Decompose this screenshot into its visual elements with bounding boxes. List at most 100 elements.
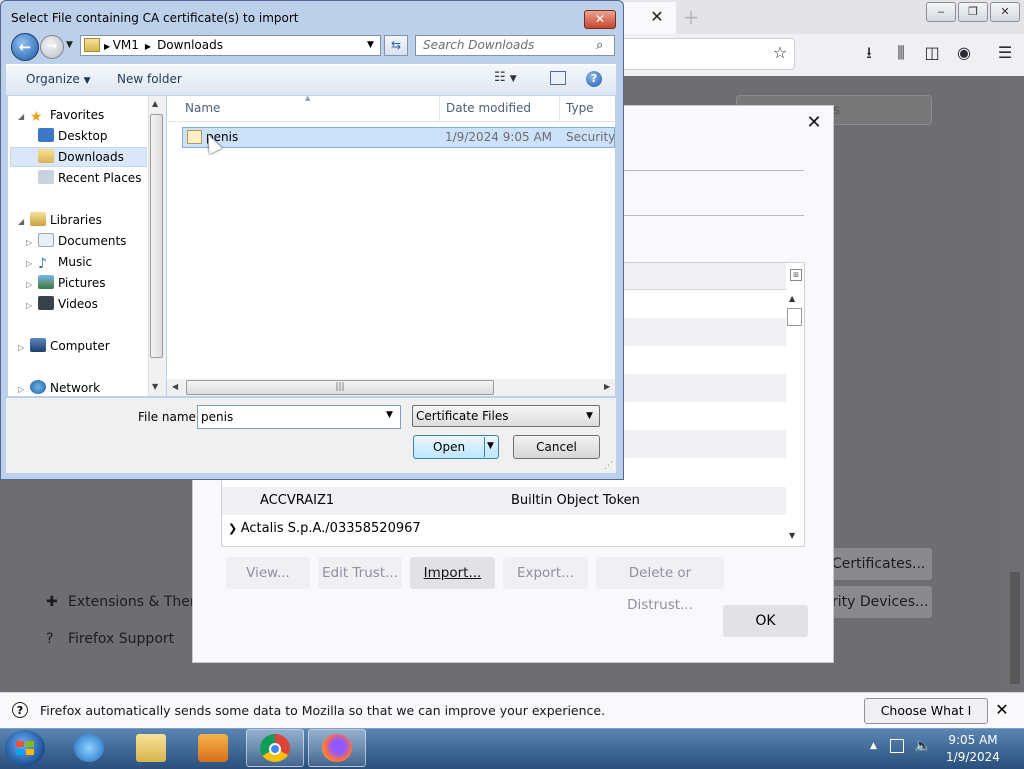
column-picker-icon[interactable]: ⊞ — [790, 269, 802, 281]
close-icon[interactable]: ✕ — [990, 698, 1014, 722]
nav-documents[interactable]: ▷ Documents — [26, 231, 126, 251]
open-button-label[interactable]: Open — [433, 440, 465, 454]
forward-button[interactable]: → — [40, 35, 64, 59]
organize-label: Organize — [26, 72, 80, 86]
dialog-close-button[interactable]: ✕ — [584, 10, 616, 29]
column-date-modified[interactable]: Date modified — [446, 101, 531, 115]
back-button[interactable]: ← — [11, 33, 39, 61]
cancel-button[interactable]: Cancel — [513, 435, 600, 459]
nav-scrollbar-thumb[interactable] — [150, 114, 163, 358]
sidebar-item-support[interactable]: ? Firefox Support — [46, 628, 174, 650]
edit-trust-button[interactable]: Edit Trust... — [318, 557, 402, 589]
nav-pictures[interactable]: ▷ Pictures — [26, 273, 106, 293]
window-restore-button[interactable]: ❐ — [958, 2, 988, 22]
import-button[interactable]: Import... — [410, 557, 495, 589]
delete-or-distrust-button[interactable]: Delete or Distrust... — [596, 557, 724, 613]
file-type-filter-value[interactable]: Certificate Files — [416, 409, 508, 423]
breadcrumb-item[interactable]: Downloads — [157, 38, 223, 52]
scroll-down-icon[interactable]: ▼ — [152, 382, 158, 391]
collapsed-icon[interactable]: ▷ — [26, 296, 38, 316]
account-icon[interactable]: ◉ — [953, 42, 975, 64]
choose-what-i-share-button[interactable]: Choose What I Share — [864, 698, 988, 742]
page-scrollbar-thumb[interactable] — [1010, 572, 1020, 684]
recent-locations-icon[interactable]: ▼ — [66, 40, 73, 50]
column-separator[interactable] — [439, 96, 440, 121]
chevron-down-icon[interactable]: ▼ — [386, 410, 393, 420]
tree-scrollbar-thumb[interactable] — [787, 308, 802, 326]
nav-recent-places[interactable]: Recent Places — [38, 168, 141, 188]
file-explorer-icon — [136, 734, 166, 762]
bookmark-star-icon[interactable]: ☆ — [769, 42, 791, 64]
collapsed-icon[interactable]: ▷ — [18, 338, 30, 358]
nav-computer[interactable]: ▷ Computer — [18, 336, 110, 356]
library-icon[interactable]: ⫼ — [890, 42, 912, 64]
nav-favorites[interactable]: ◢ ★ Favorites — [18, 105, 104, 125]
new-folder-button[interactable]: New folder — [117, 72, 182, 86]
security-devices-button[interactable]: rity Devices... — [826, 586, 932, 618]
resize-grip-icon[interactable]: ⋰ — [604, 461, 613, 471]
address-dropdown-icon[interactable]: ▼ — [367, 40, 374, 50]
export-button[interactable]: Export... — [503, 557, 588, 589]
help-icon: ? — [12, 702, 28, 718]
expand-icon[interactable]: ◢ — [18, 212, 30, 232]
tree-group-row[interactable]: ❯ Actalis S.p.A./03358520967 — [228, 521, 421, 536]
organize-button[interactable]: Organize ▼ — [26, 72, 91, 86]
search-icon[interactable]: ⌕ — [596, 38, 603, 53]
nav-label: Favorites — [50, 108, 105, 122]
window-minimize-button[interactable]: ‒ — [926, 2, 956, 22]
tree-row[interactable] — [624, 318, 786, 346]
nav-libraries[interactable]: ◢ Libraries — [18, 210, 102, 230]
collapsed-icon[interactable]: ▷ — [26, 254, 38, 274]
scroll-up-icon[interactable]: ▲ — [789, 294, 795, 303]
new-tab-button[interactable]: + — [680, 6, 702, 28]
file-name-value[interactable]: penis — [201, 410, 233, 424]
scroll-right-icon[interactable]: ▶ — [604, 382, 610, 391]
breadcrumb-item[interactable]: VM1 — [113, 38, 139, 52]
tree-row[interactable] — [624, 374, 786, 402]
collapsed-icon[interactable]: ▷ — [26, 275, 38, 295]
expand-icon[interactable]: ◢ — [18, 107, 30, 127]
tree-column-header — [624, 263, 786, 290]
collapsed-icon[interactable]: ▷ — [18, 380, 30, 400]
action-center-icon[interactable] — [890, 739, 904, 753]
view-button[interactable]: View... — [226, 557, 310, 589]
clock-time[interactable]: 9:05 AM — [928, 733, 1018, 747]
chevron-down-icon[interactable]: ▼ — [487, 441, 494, 451]
tree-scrollbar[interactable] — [786, 289, 802, 544]
breadcrumb[interactable]: ▶ VM1 ▶ Downloads — [104, 38, 223, 52]
preview-pane-icon[interactable] — [550, 71, 566, 85]
column-type[interactable]: Type — [566, 101, 594, 115]
tab-close-icon[interactable]: ✕ — [648, 8, 666, 26]
window-close-button[interactable]: ✕ — [990, 2, 1020, 22]
nav-videos[interactable]: ▷ Videos — [26, 294, 98, 314]
ok-button[interactable]: OK — [723, 605, 808, 637]
star-icon: ★ — [30, 109, 43, 125]
sidebar-icon[interactable]: ◫ — [921, 42, 943, 64]
computer-icon — [30, 338, 46, 352]
chevron-down-icon[interactable]: ▼ — [586, 411, 593, 421]
view-certificates-button[interactable]: Certificates... — [826, 548, 932, 580]
scroll-down-icon[interactable]: ▼ — [789, 531, 795, 540]
column-name[interactable]: Name — [185, 101, 220, 115]
nav-downloads[interactable]: Downloads — [38, 147, 124, 167]
hscroll-thumb[interactable]: ||| — [186, 380, 494, 395]
nav-network[interactable]: ▷ Network — [18, 378, 100, 398]
clock-date[interactable]: 1/9/2024 — [928, 750, 1018, 764]
refresh-button[interactable]: ⇆ — [384, 35, 408, 56]
downloads-icon[interactable]: ⭳ — [858, 42, 880, 64]
nav-desktop[interactable]: Desktop — [38, 126, 108, 146]
internet-explorer-icon — [74, 734, 104, 762]
scroll-up-icon[interactable]: ▲ — [152, 99, 158, 108]
column-separator[interactable] — [559, 96, 560, 121]
collapsed-icon[interactable]: ▷ — [26, 233, 38, 253]
nav-label: Pictures — [58, 276, 106, 290]
show-hidden-icons[interactable]: ▲ — [870, 741, 877, 751]
close-icon[interactable]: ✕ — [804, 113, 824, 133]
file-date: 1/9/2024 9:05 AM — [445, 130, 553, 144]
scroll-left-icon[interactable]: ◀ — [172, 382, 178, 391]
help-icon[interactable]: ? — [586, 71, 602, 87]
menu-icon[interactable]: ☰ — [994, 42, 1016, 64]
tree-row[interactable] — [624, 430, 786, 458]
change-view-button[interactable]: ☷ ▼ — [494, 70, 517, 85]
nav-music[interactable]: ▷ ♪ Music — [26, 252, 92, 272]
